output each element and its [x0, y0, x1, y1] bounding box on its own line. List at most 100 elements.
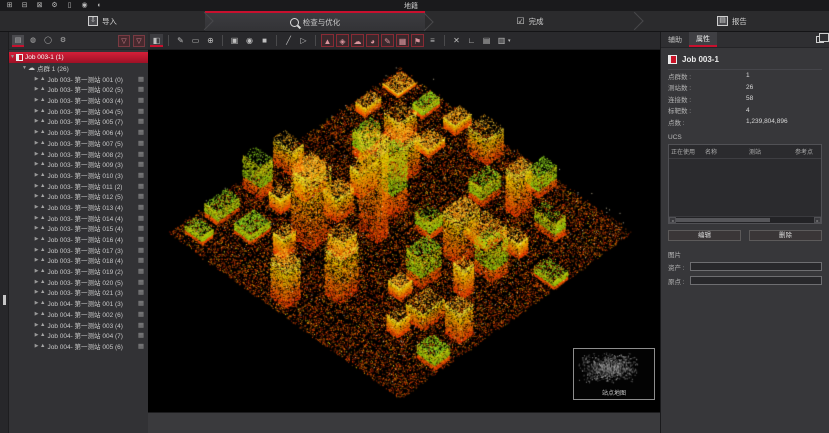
- viewport-3d[interactable]: 站点地图: [148, 50, 660, 412]
- ucs-column-header[interactable]: 正在使用: [671, 147, 705, 156]
- tree-station-item[interactable]: ▶▲Job 003- 第一测站 015 (4)▦: [9, 223, 148, 234]
- photo-icon[interactable]: ▦: [138, 171, 144, 179]
- photo-icon[interactable]: ▦: [138, 310, 144, 318]
- caret-right-icon[interactable]: ▶: [33, 279, 40, 285]
- tree-station-item[interactable]: ▶▲Job 004- 第一测站 003 (4)▦: [9, 319, 148, 330]
- ucs-hscrollbar[interactable]: ◂ ▸: [669, 216, 821, 223]
- tree-station-item[interactable]: ▶▲Job 003- 第一测站 021 (3)▦: [9, 287, 148, 298]
- cube-icon[interactable]: ■: [258, 34, 271, 47]
- photo-icon[interactable]: ▦: [138, 342, 144, 350]
- tree-station-item[interactable]: ▶▲Job 003- 第一测站 016 (4)▦: [9, 234, 148, 245]
- photo-icon[interactable]: ▦: [138, 288, 144, 296]
- caret-right-icon[interactable]: ▶: [33, 236, 40, 242]
- step-inspect-optimize[interactable]: 检查与优化: [205, 11, 425, 31]
- caret-down-icon[interactable]: ▼: [21, 65, 28, 71]
- photo-icon[interactable]: ▦: [138, 224, 144, 232]
- asset-input[interactable]: [690, 262, 822, 271]
- caret-right-icon[interactable]: ▶: [33, 322, 40, 328]
- caret-right-icon[interactable]: ▶: [33, 161, 40, 167]
- node-edit-icon[interactable]: ▷: [297, 34, 310, 47]
- image-icon[interactable]: ▦: [396, 34, 409, 47]
- caret-right-icon[interactable]: ▶: [33, 215, 40, 221]
- caret-right-icon[interactable]: ▶: [33, 343, 40, 349]
- tree-scrollbar-thumb[interactable]: [3, 295, 6, 305]
- edit-button[interactable]: 编辑: [668, 230, 741, 241]
- caret-right-icon[interactable]: ▶: [33, 289, 40, 295]
- photo-icon[interactable]: ▦: [138, 331, 144, 339]
- camera-icon[interactable]: ▣: [228, 34, 241, 47]
- caret-right-icon[interactable]: ▶: [33, 140, 40, 146]
- tag-icon[interactable]: ◈: [336, 34, 349, 47]
- scroll-left-icon[interactable]: ◂: [669, 217, 676, 223]
- tree-station-item[interactable]: ▶▲Job 003- 第一测站 008 (2)▦: [9, 148, 148, 159]
- pen-icon[interactable]: ✎: [381, 34, 394, 47]
- photo-icon[interactable]: ▦: [138, 117, 144, 125]
- tree-station-item[interactable]: ▶▲Job 004- 第一测站 001 (3)▦: [9, 298, 148, 309]
- dropdown-caret-icon[interactable]: ▾: [508, 38, 511, 44]
- caret-right-icon[interactable]: ▶: [33, 332, 40, 338]
- zoom-window-icon[interactable]: ⊕: [204, 34, 217, 47]
- caret-right-icon[interactable]: ▶: [33, 257, 40, 263]
- float-panel-icon[interactable]: [816, 36, 824, 43]
- link-tab-icon[interactable]: ◍: [27, 35, 39, 47]
- photo-icon[interactable]: ▦: [138, 107, 144, 115]
- caret-right-icon[interactable]: ▶: [33, 172, 40, 178]
- caret-right-icon[interactable]: ▶: [33, 311, 40, 317]
- step-import[interactable]: ⇩ 导入: [0, 11, 205, 31]
- tree-station-item[interactable]: ▶▲Job 003- 第一测站 006 (4)▦: [9, 127, 148, 138]
- photo-icon[interactable]: ▦: [138, 299, 144, 307]
- ucs-column-header[interactable]: 参考点: [795, 147, 819, 156]
- caret-right-icon[interactable]: ▶: [33, 225, 40, 231]
- tab-properties[interactable]: 属性: [689, 32, 717, 47]
- panel-toggle-icon[interactable]: ◧: [150, 34, 163, 47]
- filter-a-icon[interactable]: ▽: [118, 35, 130, 47]
- tree-station-item[interactable]: ▶▲Job 003- 第一测站 014 (4)▦: [9, 212, 148, 223]
- photo-icon[interactable]: ▦: [138, 96, 144, 104]
- photo-icon[interactable]: ▦: [138, 256, 144, 264]
- photo-icon[interactable]: ▦: [138, 192, 144, 200]
- minimap[interactable]: 站点地图: [573, 348, 655, 400]
- photo-icon[interactable]: ▦: [138, 214, 144, 222]
- color-spheres-icon[interactable]: ◉: [243, 34, 256, 47]
- caret-right-icon[interactable]: ▶: [33, 183, 40, 189]
- pencil-icon[interactable]: ✎: [174, 34, 187, 47]
- tree-station-item[interactable]: ▶▲Job 004- 第一测站 005 (6)▦: [9, 341, 148, 352]
- tree-station-item[interactable]: ▶▲Job 003- 第一测站 004 (5)▦: [9, 105, 148, 116]
- caret-right-icon[interactable]: ▶: [33, 151, 40, 157]
- photo-icon[interactable]: ▦: [138, 203, 144, 211]
- photo-icon[interactable]: ▦: [138, 160, 144, 168]
- photo-icon[interactable]: ▦: [138, 150, 144, 158]
- tree-station-item[interactable]: ▶▲Job 003- 第一测站 013 (4)▦: [9, 202, 148, 213]
- about-icon[interactable]: ◐: [93, 1, 106, 10]
- delete-icon[interactable]: ▯: [63, 1, 76, 10]
- caret-right-icon[interactable]: ▶: [33, 76, 40, 82]
- sphere-icon[interactable]: ◕: [366, 34, 379, 47]
- globe-tab-icon[interactable]: ◯: [42, 35, 54, 47]
- caret-right-icon[interactable]: ▶: [33, 86, 40, 92]
- import-project-icon[interactable]: ⊠: [33, 1, 46, 10]
- pin-icon[interactable]: ⚑: [411, 34, 424, 47]
- tab-auxiliary[interactable]: 辅助: [661, 32, 689, 47]
- tree-station-item[interactable]: ▶▲Job 003- 第一测站 009 (3)▦: [9, 159, 148, 170]
- tree-station-item[interactable]: ▶▲Job 003- 第一测站 005 (7)▦: [9, 116, 148, 127]
- settings-gear-icon[interactable]: ⚙: [48, 1, 61, 10]
- snapshot-icon[interactable]: ▤: [480, 34, 493, 47]
- tree-station-item[interactable]: ▶▲Job 003- 第一测站 010 (3)▦: [9, 170, 148, 181]
- window-select-icon[interactable]: ▭: [189, 34, 202, 47]
- photo-icon[interactable]: ▦: [138, 235, 144, 243]
- tree-group-pointcloud[interactable]: ▼ ☁ 点群 1 (26): [9, 63, 148, 74]
- ucs-hscroll-track[interactable]: [676, 217, 814, 223]
- photo-icon[interactable]: ▦: [138, 182, 144, 190]
- help-icon[interactable]: ◉: [78, 1, 91, 10]
- photo-icon[interactable]: ▦: [138, 85, 144, 93]
- caret-down-icon[interactable]: ▼: [9, 54, 16, 60]
- tree-tab-icon[interactable]: ▤: [12, 35, 24, 47]
- tree-station-item[interactable]: ▶▲Job 003- 第一测站 017 (3)▦: [9, 244, 148, 255]
- layers-icon[interactable]: ▥: [495, 34, 508, 47]
- tree-station-item[interactable]: ▶▲Job 003- 第一测站 018 (4)▦: [9, 255, 148, 266]
- tree-station-item[interactable]: ▶▲Job 003- 第一测站 020 (5)▦: [9, 276, 148, 287]
- caret-right-icon[interactable]: ▶: [33, 268, 40, 274]
- step-finish[interactable]: ☑ 完成: [425, 11, 635, 31]
- caret-right-icon[interactable]: ▶: [33, 118, 40, 124]
- tree-station-item[interactable]: ▶▲Job 003- 第一测站 001 (0)▦: [9, 73, 148, 84]
